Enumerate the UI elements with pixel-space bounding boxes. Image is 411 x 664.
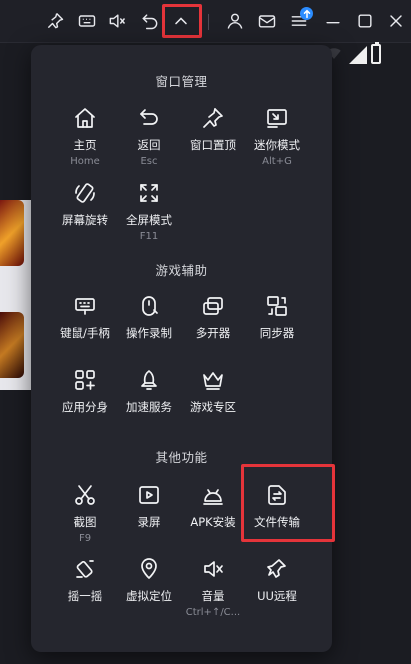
location-icon	[137, 557, 161, 581]
menu-item-volume[interactable]: 音量 Ctrl+↑/C...	[180, 557, 246, 627]
menu-item-label: 应用分身	[62, 400, 108, 414]
menu-item-label: 屏幕旋转	[62, 213, 108, 227]
multi-instance-icon	[201, 294, 225, 318]
menu-item-screenshot[interactable]: 截图 F9	[52, 483, 118, 553]
menu-item-app-clone[interactable]: 应用分身	[52, 368, 118, 438]
pin-icon[interactable]	[44, 10, 66, 32]
screen-record-icon	[137, 483, 161, 507]
menu-item-pin-top[interactable]: 窗口置顶	[180, 106, 246, 176]
menu-item-shortcut: Alt+G	[262, 156, 292, 167]
scissors-icon	[73, 483, 97, 507]
menu-item-screen-record[interactable]: 录屏	[116, 483, 182, 553]
menu-item-shortcut: Esc	[140, 156, 158, 167]
mini-mode-icon	[265, 106, 289, 130]
menu-item-accelerate[interactable]: 加速服务	[116, 368, 182, 438]
menu-item-label: 操作录制	[126, 326, 172, 340]
menu-item-label: 音量	[201, 589, 225, 603]
menu-item-label: 虚拟定位	[126, 589, 172, 603]
app-clone-icon	[73, 368, 97, 392]
menu-item-label: 返回	[137, 138, 161, 152]
menu-item-label: APK安装	[190, 515, 236, 529]
menu-item-virtual-location[interactable]: 虚拟定位	[116, 557, 182, 627]
menu-item-label: 截图	[73, 515, 97, 529]
section-title-game: 游戏辅助	[155, 263, 208, 278]
title-bar	[0, 0, 411, 43]
menu-item-label: 录屏	[137, 515, 161, 529]
keyboard-icon	[73, 294, 97, 318]
titlebar-divider	[208, 14, 209, 30]
collapse-highlight	[162, 4, 202, 38]
menu-item-keymapping[interactable]: 键鼠/手柄	[52, 294, 118, 364]
menu-item-label: 窗口置顶	[190, 138, 236, 152]
mail-icon[interactable]	[256, 10, 278, 32]
menu-item-label: 加速服务	[126, 400, 172, 414]
record-icon	[137, 294, 161, 318]
crown-icon	[201, 368, 225, 392]
fullscreen-icon	[137, 181, 161, 205]
home-icon	[73, 106, 97, 130]
menu-item-label: 全屏模式	[126, 213, 172, 227]
maximize-icon[interactable]	[354, 10, 376, 32]
menu-item-fullscreen[interactable]: 全屏模式 F11	[116, 181, 182, 251]
menu-item-sync[interactable]: 同步器	[244, 294, 310, 364]
menu-item-apk-install[interactable]: APK安装	[180, 483, 246, 553]
file-transfer-highlight	[241, 464, 335, 542]
section-title-window: 窗口管理	[155, 74, 208, 89]
menu-item-label: 游戏专区	[190, 400, 236, 414]
user-icon[interactable]	[224, 10, 246, 32]
pin-icon	[201, 106, 225, 130]
menu-item-label: 迷你模式	[254, 138, 300, 152]
back-icon[interactable]	[139, 10, 161, 32]
menu-item-uu-remote[interactable]: UU远程	[244, 557, 310, 627]
signal-icon	[349, 46, 367, 64]
quick-menu-panel: 窗口管理 主页 Home 返回 Esc 窗口置顶 迷你模式 Alt+G 屏幕旋转	[31, 45, 335, 652]
menu-item-game-zone[interactable]: 游戏专区	[180, 368, 246, 438]
menu-item-shortcut: Home	[70, 156, 100, 167]
rotate-icon	[73, 181, 97, 205]
keyboard-icon[interactable]	[76, 10, 98, 32]
app-thumbnail	[0, 200, 24, 266]
menu-item-label: 摇一摇	[67, 589, 103, 603]
rocket-icon	[137, 368, 161, 392]
menu-item-back[interactable]: 返回 Esc	[116, 106, 182, 176]
menu-item-label: 键鼠/手柄	[60, 326, 110, 340]
app-thumbnail	[0, 312, 24, 378]
volume-icon	[201, 557, 225, 581]
battery-icon	[371, 42, 381, 64]
back-arrow-icon	[137, 106, 161, 130]
menu-item-rotate[interactable]: 屏幕旋转	[52, 181, 118, 251]
mute-icon[interactable]	[106, 10, 128, 32]
remote-icon	[265, 557, 289, 581]
menu-item-label: 多开器	[195, 326, 231, 340]
sync-icon	[265, 294, 289, 318]
menu-item-shortcut: Ctrl+↑/C...	[185, 607, 241, 618]
menu-item-shake[interactable]: 摇一摇	[52, 557, 118, 627]
update-badge-icon[interactable]	[300, 7, 313, 20]
menu-item-home[interactable]: 主页 Home	[52, 106, 118, 176]
shake-icon	[73, 557, 97, 581]
menu-item-label: 同步器	[259, 326, 295, 340]
menu-item-shortcut: F9	[78, 533, 92, 544]
menu-item-label: 主页	[73, 138, 97, 152]
close-icon[interactable]	[385, 10, 407, 32]
menu-item-mini-mode[interactable]: 迷你模式 Alt+G	[244, 106, 310, 176]
android-icon	[201, 483, 225, 507]
menu-item-label: UU远程	[257, 589, 297, 603]
menu-item-multi-instance[interactable]: 多开器	[180, 294, 246, 364]
minimize-icon[interactable]	[322, 10, 344, 32]
menu-item-record-ops[interactable]: 操作录制	[116, 294, 182, 364]
menu-item-shortcut: F11	[139, 231, 159, 242]
